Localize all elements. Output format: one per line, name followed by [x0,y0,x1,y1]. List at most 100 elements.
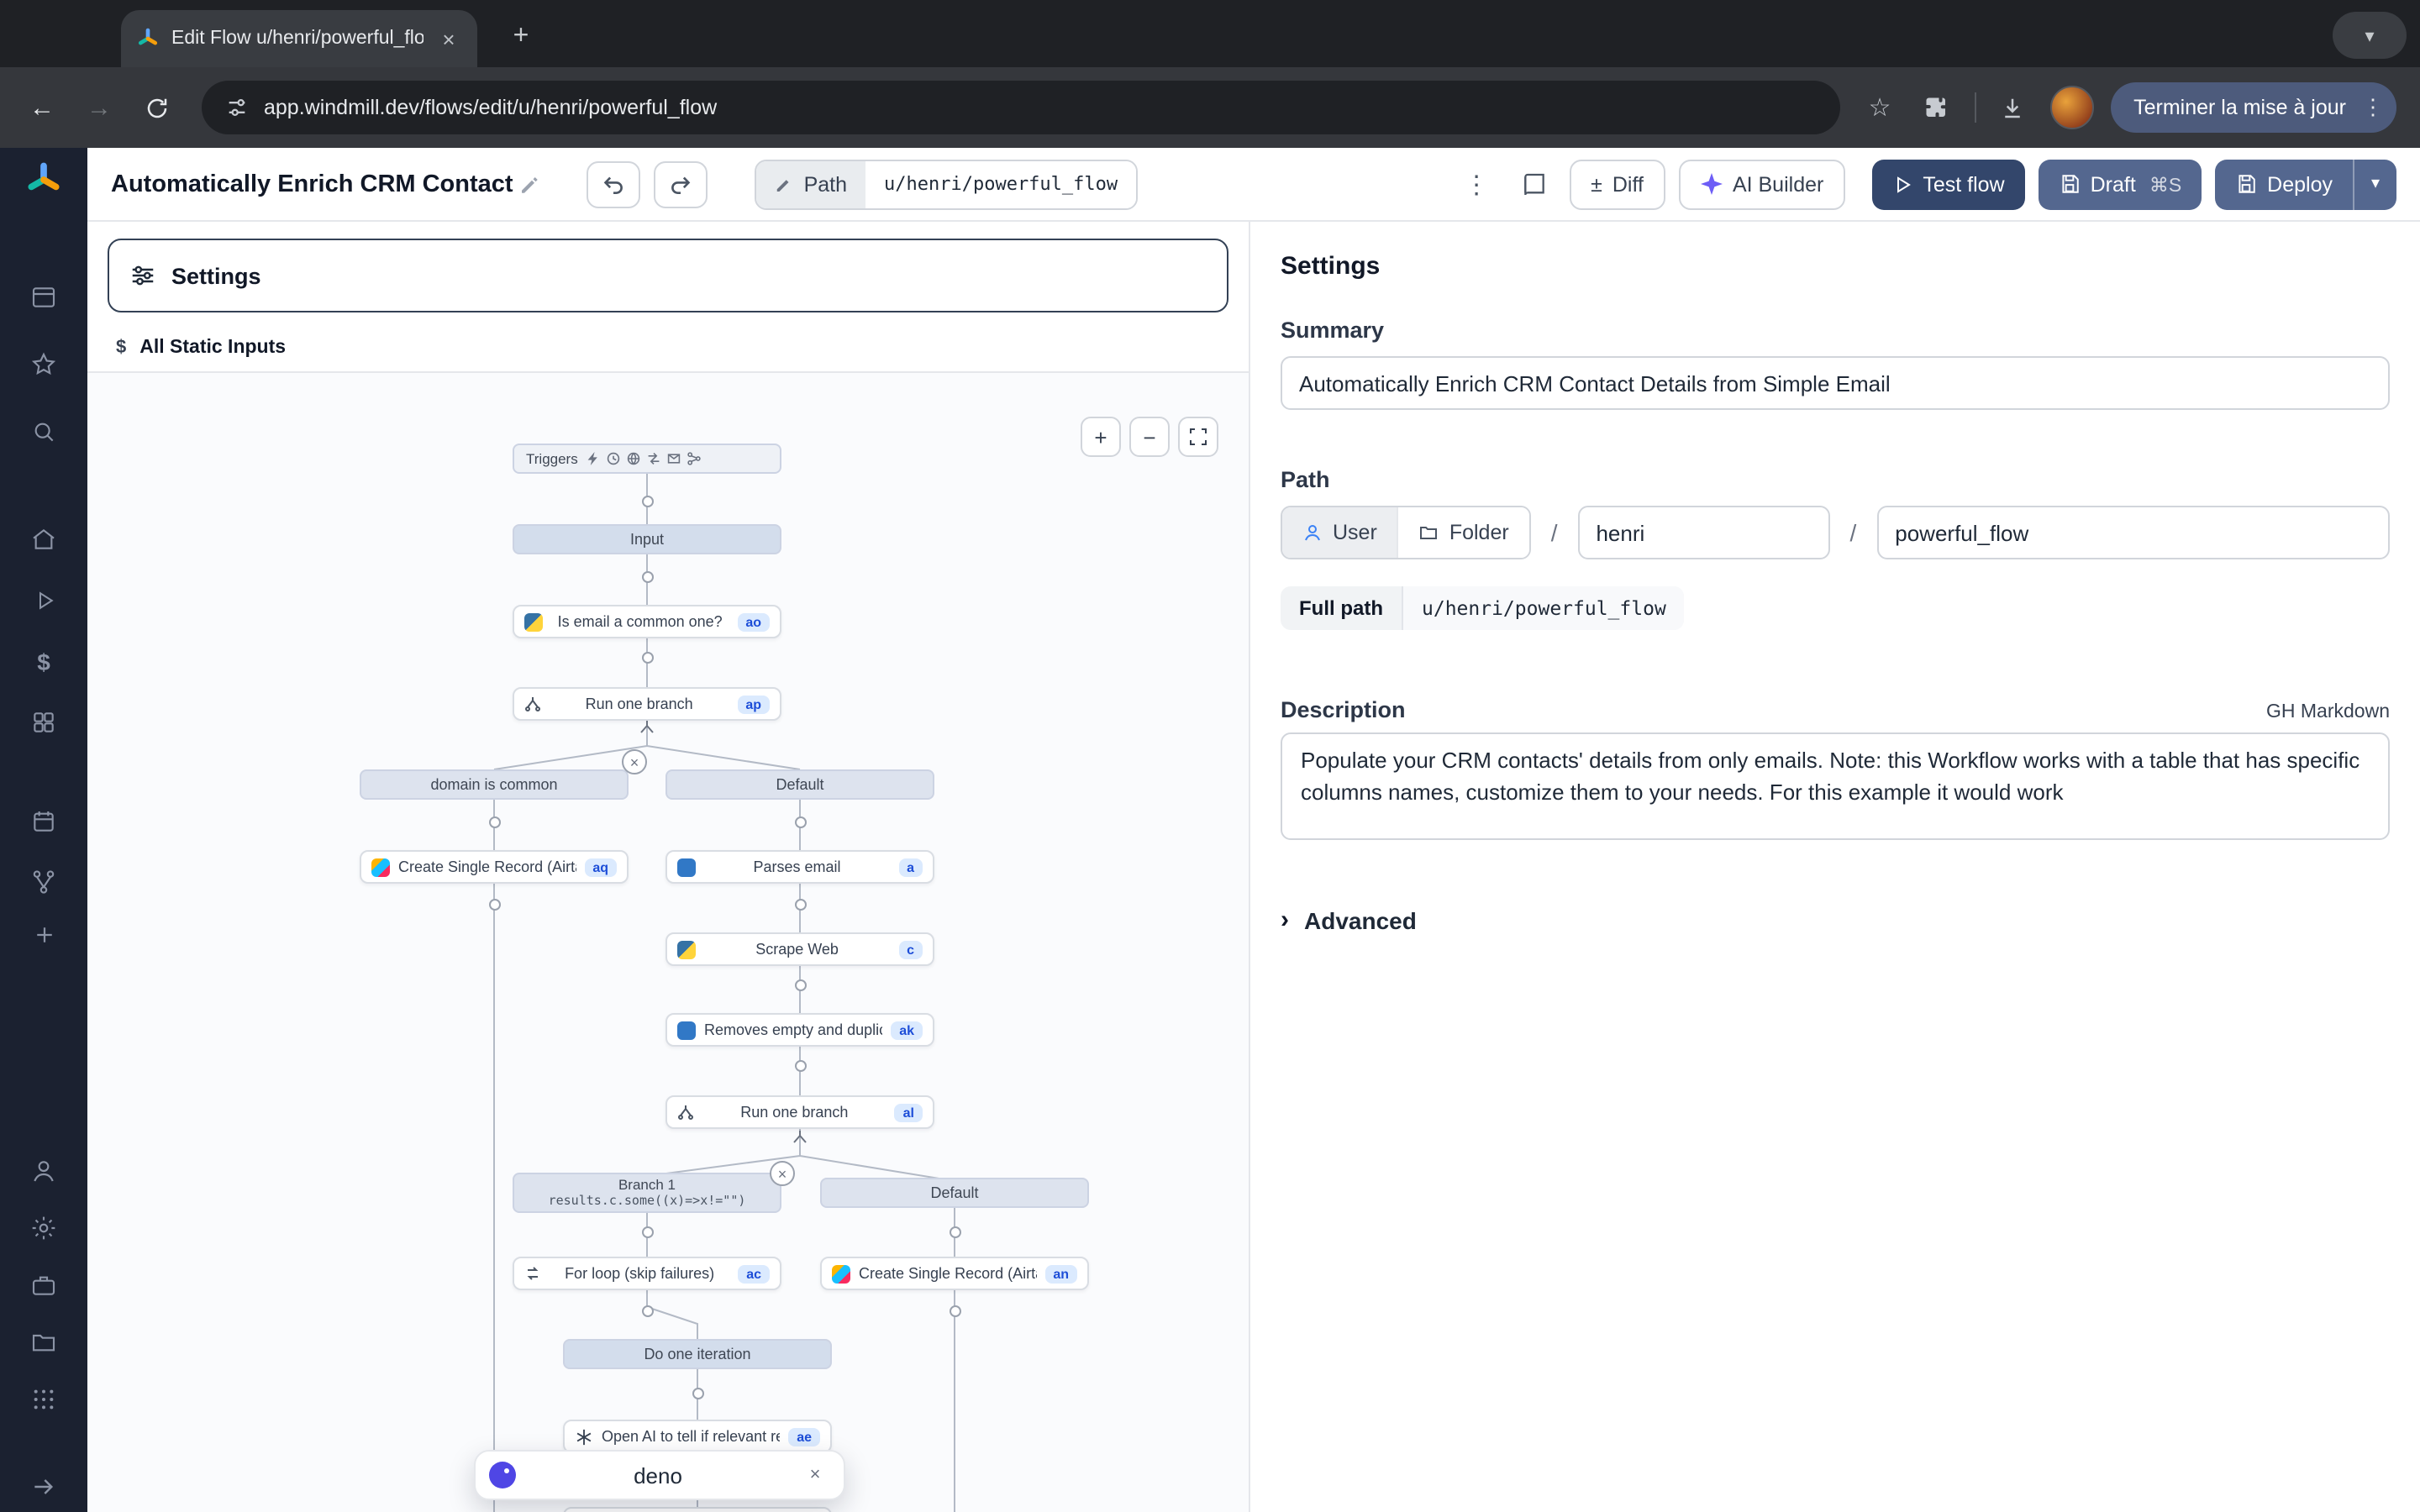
back-button[interactable]: ← [17,82,67,133]
typescript-icon [677,858,696,876]
browser-tab[interactable]: Edit Flow u/henri/powerful_flo × [121,10,477,67]
arrow-right-icon[interactable] [0,1473,87,1500]
browser-toolbar: ← → app.windmill.dev/flows/edit/u/henri/… [0,67,2420,148]
input-node[interactable]: Input [513,524,781,554]
summary-label: Summary [1281,318,2390,343]
undo-button[interactable] [587,160,641,207]
flow-node-email-check[interactable]: Is email a common one? ao [513,605,781,638]
advanced-toggle[interactable]: › Advanced [1281,906,2390,934]
path-name-input[interactable] [1876,506,2389,559]
canvas-zoom-controls: + − [1081,417,1218,457]
flow-node-create-record-right[interactable]: Create Single Record (Airtable) an [820,1257,1089,1290]
python-icon [524,612,543,631]
path-owner-input[interactable] [1577,506,1829,559]
home-icon[interactable] [0,526,87,553]
address-bar[interactable]: app.windmill.dev/flows/edit/u/henri/powe… [202,81,1839,134]
search-icon[interactable] [0,418,87,445]
browser-update-button[interactable]: Terminer la mise à jour ⋮ [2110,82,2396,133]
flow-node-parses-email[interactable]: Parses email a [666,850,934,884]
dollar-icon[interactable]: $ [0,648,87,675]
path-chip[interactable]: Path [757,160,865,207]
node-label: Run one branch [550,696,729,712]
tab-title: Edit Flow u/henri/powerful_flo [171,29,424,49]
test-flow-label: Test flow [1923,172,2004,196]
diff-button[interactable]: ± Diff [1569,159,1665,209]
zoom-out-button[interactable]: − [1129,417,1170,457]
flow-node-run-one-branch-bottom[interactable]: Run one branch al [666,1095,934,1129]
owner-kind-segmented: User Folder [1281,506,1531,559]
flow-left-panel: Settings $ All Static Inputs [87,222,1250,1512]
popup-close-button[interactable]: × [800,1460,830,1490]
flow-node-create-record-left[interactable]: Create Single Record (Airtable) aq [360,850,629,884]
fit-view-button[interactable] [1178,417,1218,457]
tab-close-icon[interactable]: × [435,25,462,52]
more-options-kebab-icon[interactable]: ⋮ [1455,160,1498,207]
new-tab-button[interactable]: + [501,17,541,57]
update-button-label: Terminer la mise à jour [2133,96,2346,119]
path-value[interactable]: u/henri/powerful_flow [865,160,1136,207]
star-icon[interactable] [0,351,87,378]
settings-list-item[interactable]: Settings [108,239,1228,312]
summary-input[interactable] [1281,356,2390,410]
ai-builder-button[interactable]: AI Builder [1679,159,1845,209]
download-icon[interactable] [1992,95,2033,120]
tab-search-button[interactable]: ▾ [2333,12,2407,59]
deploy-button[interactable]: Deploy [2215,159,2353,209]
branch-label-default-top[interactable]: Default [666,769,934,800]
branch-label-default-bottom[interactable]: Default [820,1178,1089,1208]
static-inputs-list-item[interactable]: $ All Static Inputs [87,323,1249,373]
site-info-icon[interactable] [225,96,249,119]
branch-label-branch-1[interactable]: Branch 1 results.c.some((x)=>x!="") [513,1173,781,1213]
app-window-icon[interactable] [0,284,87,311]
remove-branch-button[interactable]: × [770,1161,795,1186]
play-icon[interactable] [0,588,87,613]
description-textarea[interactable]: Populate your CRM contacts' details from… [1281,732,2390,840]
flow-node-removes-duplicates[interactable]: Removes empty and duplicates ak [666,1013,934,1047]
briefcase-icon[interactable] [0,1272,87,1299]
flow-title[interactable]: Automatically Enrich CRM Contact [111,171,540,197]
browser-menu-kebab-icon[interactable]: ⋮ [2360,94,2386,121]
triggers-node[interactable]: Triggers [513,444,781,474]
deploy-dropdown-caret[interactable]: ▾ [2353,159,2396,209]
docs-book-icon[interactable] [1512,160,1555,207]
gear-icon[interactable] [0,1215,87,1242]
calendar-icon[interactable] [0,808,87,835]
do-one-iteration-node[interactable]: Do one iteration [563,1339,832,1369]
zoom-in-button[interactable]: + [1081,417,1121,457]
share-nodes-icon[interactable] [0,869,87,895]
flow-node-openai-check[interactable]: Open AI to tell if relevant result ae [563,1420,832,1453]
owner-kind-user[interactable]: User [1282,507,1397,558]
user-icon[interactable] [0,1158,87,1184]
test-flow-button[interactable]: Test flow [1872,159,2024,209]
main-area: Automatically Enrich CRM Contact Path u/… [87,148,2420,1512]
flow-node-scrape-web[interactable]: Scrape Web c [666,932,934,966]
draft-button[interactable]: Draft ⌘S [2039,159,2202,209]
flow-node-for-loop[interactable]: For loop (skip failures) ac [513,1257,781,1290]
folder-icon[interactable] [0,1329,87,1356]
grid-boxes-icon[interactable] [0,709,87,736]
schedule-icon [607,452,620,465]
node-id-badge: ae [788,1427,820,1446]
node-id-badge: al [895,1103,923,1121]
owner-kind-folder[interactable]: Folder [1397,507,1529,558]
forward-button[interactable]: → [74,82,124,133]
remove-branch-button[interactable]: × [622,749,647,774]
flow-node-run-one-branch-top[interactable]: Run one branch ap [513,687,781,721]
branch-label-domain-is-common[interactable]: domain is common [360,769,629,800]
bookmark-star-icon[interactable]: ☆ [1860,92,1900,123]
reload-icon [144,95,169,120]
windmill-logo[interactable] [0,161,87,198]
profile-avatar[interactable] [2049,86,2093,129]
node-id-badge: an [1044,1264,1077,1283]
extensions-icon[interactable] [1917,95,1957,120]
diff-label: Diff [1612,172,1644,196]
reload-button[interactable] [131,82,182,133]
redo-button[interactable] [655,160,708,207]
expand-icon [1188,427,1208,447]
save-icon [2235,173,2257,195]
flow-node-partial[interactable] [563,1507,832,1512]
plus-icon[interactable] [0,922,87,948]
dots-grid-icon[interactable] [0,1386,87,1413]
path-editor-group[interactable]: Path u/henri/powerful_flow [755,159,1139,209]
flow-graph-canvas[interactable]: + − Triggers [87,373,1249,1512]
